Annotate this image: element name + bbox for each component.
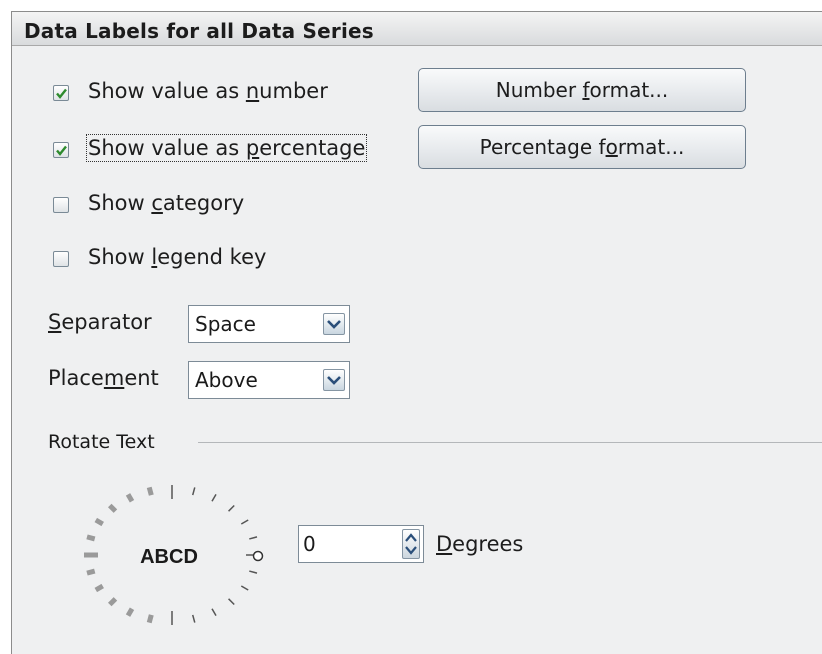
dial-tick xyxy=(146,614,154,624)
show-number-label: Show value as number xyxy=(88,79,328,103)
chevron-down-icon[interactable] xyxy=(323,313,345,335)
degrees-value: 0 xyxy=(303,532,316,556)
dialog-panel: Data Labels for all Data Series Show val… xyxy=(11,11,822,654)
chevron-up-icon[interactable] xyxy=(405,533,417,542)
degrees-spinbox[interactable]: 0 xyxy=(298,525,424,563)
section-divider xyxy=(198,442,822,443)
dial-tick xyxy=(211,608,217,616)
dial-tick xyxy=(86,568,96,576)
dial-tick xyxy=(191,487,196,496)
rotate-text-heading: Rotate Text xyxy=(48,431,155,453)
show-percentage-checkbox[interactable] xyxy=(53,142,69,158)
chevron-down-icon[interactable] xyxy=(323,369,345,391)
placement-label: Placement xyxy=(48,366,159,390)
number-format-button[interactable]: Number format... xyxy=(418,68,746,112)
separator-value: Space xyxy=(195,312,256,336)
separator-label: Separator xyxy=(48,310,152,334)
percentage-format-label: Percentage format... xyxy=(479,135,685,159)
show-category-checkbox[interactable] xyxy=(53,197,69,213)
dial-tick xyxy=(228,598,235,606)
dial-handle[interactable] xyxy=(252,550,264,562)
dial-tick xyxy=(240,519,249,525)
dial-tick xyxy=(125,493,135,503)
show-category-label: Show category xyxy=(88,191,245,215)
checkmark-icon xyxy=(56,145,67,156)
degrees-label: Degrees xyxy=(436,532,524,556)
dial-tick xyxy=(146,486,154,496)
show-legend-key-checkbox[interactable] xyxy=(53,251,69,267)
percentage-format-button[interactable]: Percentage format... xyxy=(418,125,746,169)
dial-tick xyxy=(191,614,196,623)
separator-dropdown[interactable]: Space xyxy=(188,305,350,343)
dial-tick xyxy=(86,534,96,542)
dial-tick xyxy=(240,585,249,591)
spin-buttons[interactable] xyxy=(402,529,420,559)
dial-tick xyxy=(125,607,135,617)
dial-tick xyxy=(211,494,217,502)
dial-tick xyxy=(108,597,118,607)
dial-tick xyxy=(249,536,258,540)
placement-dropdown[interactable]: Above xyxy=(188,361,350,399)
dial-tick xyxy=(94,583,104,593)
show-legend-key-label: Show legend key xyxy=(88,245,267,269)
dial-sample-text: ABCD xyxy=(140,546,198,568)
show-percentage-label: Show value as percentage xyxy=(85,134,368,162)
section-header: Data Labels for all Data Series xyxy=(12,12,822,46)
placement-value: Above xyxy=(195,368,258,392)
section-title: Data Labels for all Data Series xyxy=(24,19,374,43)
chevron-down-icon[interactable] xyxy=(405,546,417,555)
rotation-dial[interactable]: ABCD xyxy=(72,467,272,627)
dial-tick xyxy=(249,570,258,574)
dial-tick xyxy=(108,503,118,513)
dial-tick xyxy=(94,517,104,527)
number-format-label: Number format... xyxy=(495,78,669,102)
checkmark-icon xyxy=(56,88,67,99)
show-number-checkbox[interactable] xyxy=(53,85,69,101)
dial-tick xyxy=(228,504,235,512)
